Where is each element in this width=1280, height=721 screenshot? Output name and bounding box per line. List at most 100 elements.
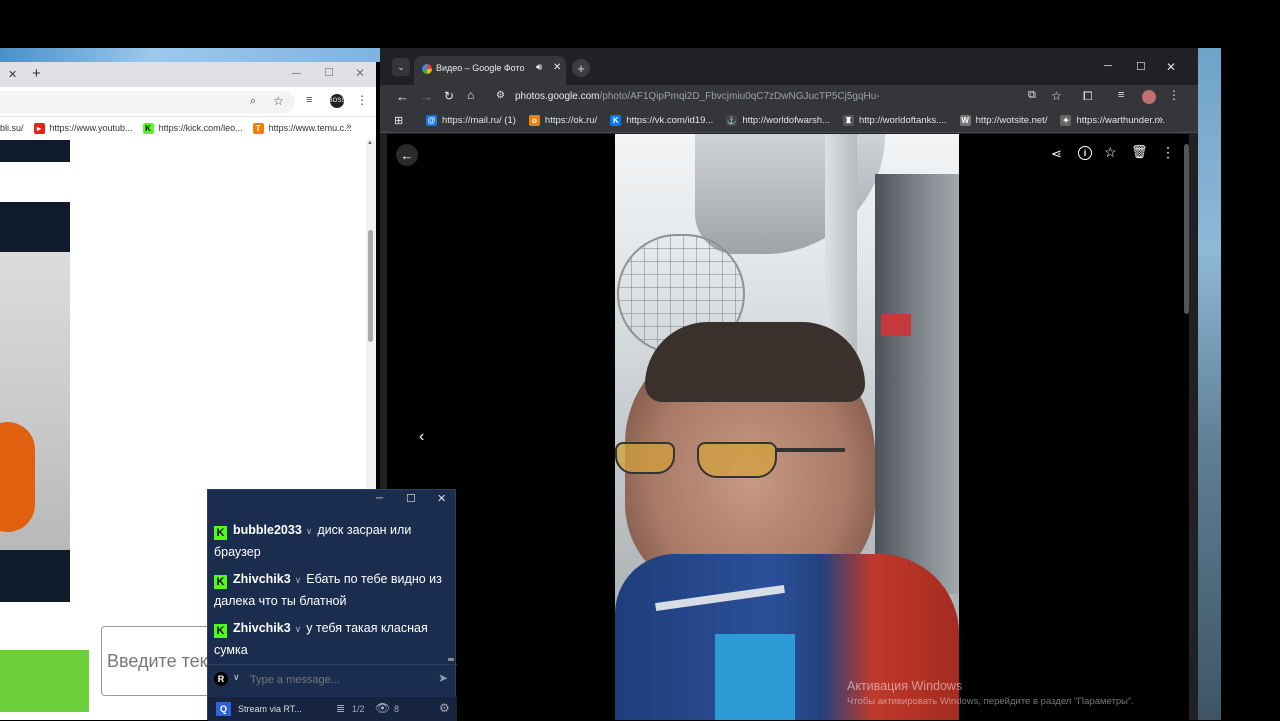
- apps-icon[interactable]: ⊞: [394, 114, 403, 127]
- chat-input-row: R ∨ ➤: [208, 664, 457, 694]
- media-icon[interactable]: ≡: [1118, 89, 1124, 101]
- favorite-star-icon[interactable]: ☆: [1104, 144, 1117, 161]
- reload-icon[interactable]: ↻: [444, 89, 454, 103]
- video-frame: [615, 134, 959, 720]
- temu-icon: T: [252, 122, 264, 134]
- bookmark-label: bli.su/: [0, 123, 24, 133]
- home-icon[interactable]: ⌂: [467, 88, 474, 102]
- bookmark-item[interactable]: Khttps://vk.com/id19...: [610, 115, 713, 126]
- profile-avatar[interactable]: [1142, 90, 1156, 104]
- chevron-down-icon[interactable]: ∨: [233, 672, 240, 683]
- right-toolbar: ← → ↻ ⌂ ⚙ photos.google.com/photo/AF1Qip…: [380, 85, 1198, 109]
- tab-strip: ⌄ Видео – Google Фото 🔊︎ ✕ + ─ ☐ ✕: [380, 48, 1198, 85]
- bookmark-item[interactable]: Khttps://kick.com/leo...: [142, 122, 243, 134]
- green-button[interactable]: [0, 650, 89, 712]
- extension-icon[interactable]: BOSS: [329, 94, 345, 108]
- tab-search-icon[interactable]: ⌄: [392, 58, 410, 76]
- layers-icon[interactable]: ≣: [336, 702, 345, 715]
- chevron-down-icon[interactable]: ∨: [306, 526, 313, 536]
- more-bookmarks-icon[interactable]: »: [346, 121, 352, 132]
- bookmark-item[interactable]: Whttp://wotsite.net/: [959, 115, 1047, 126]
- right-browser-window: ⌄ Видео – Google Фото 🔊︎ ✕ + ─ ☐ ✕ ← → ↻…: [380, 48, 1198, 720]
- bookmark-item[interactable]: Thttps://www.temu.c...: [252, 122, 352, 134]
- chevron-down-icon[interactable]: ∨: [295, 624, 302, 634]
- scroll-up-icon[interactable]: ▲: [367, 140, 373, 146]
- bookmark-item[interactable]: @ https://mail.ru/ (1): [426, 115, 516, 126]
- install-app-icon[interactable]: ⧉: [1028, 89, 1036, 102]
- close-tab-icon[interactable]: ✕: [8, 68, 17, 81]
- bookmark-item[interactable]: ♜ http://worldoftanks....: [842, 115, 947, 126]
- minimize-icon[interactable]: ─: [376, 493, 383, 504]
- chat-input[interactable]: [250, 670, 430, 690]
- chat-messages: Kbubble2033 ∨ диск засран или браузер K Zhi…: [208, 516, 453, 662]
- audio-icon[interactable]: 🔊︎: [536, 62, 542, 73]
- chat-scroll-indicator: [448, 658, 454, 661]
- trash-icon[interactable]: 🗑︎: [1131, 144, 1148, 160]
- right-scrollbar[interactable]: [1184, 144, 1189, 314]
- more-bookmarks-icon[interactable]: »: [1157, 114, 1163, 126]
- new-tab-icon[interactable]: +: [572, 59, 590, 77]
- close-window-icon[interactable]: ✕: [437, 492, 446, 505]
- zoom-icon[interactable]: ⌕: [250, 95, 256, 108]
- url-path: /photo/AF1QipPmqi2D_Fbvcjmiu0qC7zDwNGJuc…: [599, 91, 880, 102]
- bookmark-item[interactable]: bli.su/: [0, 123, 24, 133]
- star-icon[interactable]: ☆: [273, 94, 284, 108]
- wallpaper-city: [1198, 48, 1221, 720]
- forward-icon[interactable]: →: [420, 89, 433, 104]
- chat-username[interactable]: Zhivchik3: [233, 572, 291, 586]
- bookmark-item[interactable]: ✦ https://warthunder.r...: [1060, 115, 1165, 126]
- minimize-icon[interactable]: ─: [292, 66, 301, 80]
- chat-username[interactable]: bubble2033: [233, 523, 302, 537]
- kick-icon: K: [142, 122, 154, 134]
- bookmark-item[interactable]: о https://ok.ru/: [528, 115, 598, 126]
- maximize-icon[interactable]: ☐: [1136, 60, 1146, 73]
- site-info-icon[interactable]: ⚙: [496, 90, 505, 101]
- bookmark-item[interactable]: ▸ https://www.youtub...: [33, 122, 133, 134]
- back-arrow-icon[interactable]: ←: [396, 144, 418, 166]
- video-thumbnail: [0, 202, 70, 602]
- chevron-down-icon[interactable]: ∨: [295, 575, 302, 585]
- settings-gear-icon[interactable]: ⚙: [439, 701, 450, 715]
- bookmark-star-icon[interactable]: ☆: [1051, 89, 1062, 103]
- bookmark-label: https://kick.com/leo...: [158, 123, 243, 133]
- chat-message: K Zhivchik3 ∨ у тебя такая класная сумка: [208, 614, 453, 662]
- previous-photo-icon[interactable]: ‹: [419, 428, 424, 446]
- maximize-icon[interactable]: ☐: [406, 492, 416, 505]
- chat-window: ─ ☐ ✕ Kbubble2033 ∨ диск засран или браузе…: [207, 489, 457, 721]
- close-window-icon[interactable]: ✕: [1166, 60, 1176, 74]
- address-bar[interactable]: ⚙ photos.google.com/photo/AF1QipPmqi2D_F…: [488, 86, 1086, 108]
- bookmark-label: https://vk.com/id19...: [626, 115, 714, 126]
- url-domain: photos.google.com: [515, 91, 600, 102]
- google-photos-icon: [422, 64, 432, 74]
- media-icon[interactable]: ≡: [306, 94, 312, 106]
- left-titlebar: ✕ + ─ ☐ ✕: [0, 62, 376, 87]
- info-icon[interactable]: i: [1078, 146, 1092, 160]
- chat-username[interactable]: Zhivchik3: [233, 621, 291, 635]
- maximize-icon[interactable]: ☐: [324, 66, 334, 79]
- more-options-icon[interactable]: ⋮: [1161, 144, 1175, 161]
- bookmark-item[interactable]: ⚓ http://worldofwarsh...: [726, 115, 830, 126]
- person-hair: [645, 322, 865, 402]
- back-icon[interactable]: ←: [396, 89, 409, 104]
- chat-titlebar: ─ ☐ ✕: [208, 490, 457, 510]
- wallpaper-sky: [0, 48, 380, 62]
- tab-active[interactable]: Видео – Google Фото 🔊︎ ✕: [414, 56, 566, 85]
- avatar[interactable]: R: [214, 672, 228, 686]
- right-bookmarks-bar: ⊞ @ https://mail.ru/ (1) о https://ok.ru/ …: [380, 109, 1198, 133]
- activation-watermark: Активация Windows Чтобы активировать Win…: [847, 679, 1167, 707]
- window-panels: [875, 174, 959, 594]
- send-icon[interactable]: ➤: [438, 671, 448, 685]
- menu-icon[interactable]: ⋮: [1168, 88, 1180, 102]
- bookmark-label: https://ok.ru/: [544, 115, 598, 126]
- sunglasses: [615, 436, 845, 480]
- kick-icon: K: [214, 575, 227, 589]
- new-tab-icon[interactable]: +: [32, 65, 41, 82]
- menu-icon[interactable]: ⋮: [356, 93, 368, 107]
- close-tab-icon[interactable]: ✕: [553, 62, 561, 73]
- share-icon[interactable]: ⋖: [1051, 146, 1062, 162]
- extensions-icon[interactable]: ⧠: [1083, 89, 1093, 104]
- eye-icon: 👁︎: [375, 701, 391, 715]
- close-window-icon[interactable]: ✕: [355, 66, 365, 80]
- minimize-icon[interactable]: ─: [1104, 60, 1112, 72]
- watermark-subtitle: Чтобы активировать Windows, перейдите в …: [847, 696, 1134, 707]
